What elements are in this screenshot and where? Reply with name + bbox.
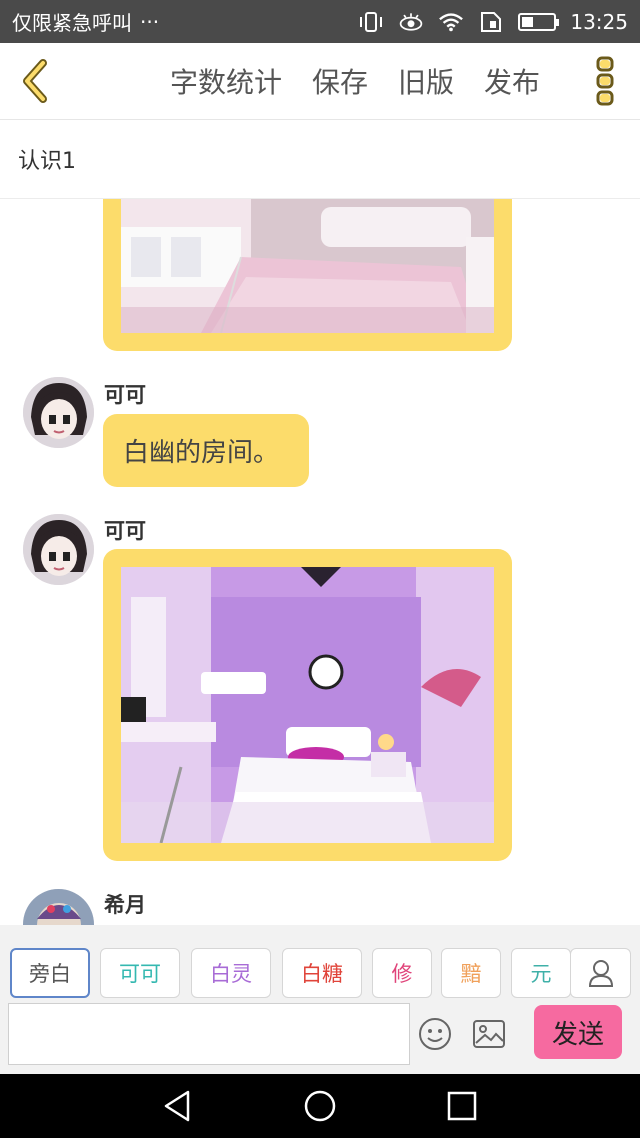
sim-icon [481,11,502,32]
chip-label: 元 [530,962,552,986]
image-message[interactable] [103,549,512,861]
speaker-name: 可可 [104,519,146,543]
home-circle-icon[interactable] [302,1088,338,1124]
composer: 旁白 可可 白灵 白糖 修 黯 元 发送 [0,925,640,1074]
message-text: 白幽的房间。 [123,438,280,468]
character-chip-bailing[interactable]: 白灵 [191,948,271,998]
publish-button[interactable]: 发布 [484,61,540,101]
image-icon[interactable] [472,1019,506,1049]
carrier-text: 仅限紧急呼叫 [12,11,132,35]
speaker-name: 可可 [104,383,146,407]
chevron-left-icon [23,59,47,103]
chapter-title: 认识1 [18,149,76,174]
word-count-button[interactable]: 字数统计 [170,61,282,101]
save-button[interactable]: 保存 [312,61,368,101]
vibrate-icon [360,11,383,32]
editor-toolbar: 字数统计 保存 旧版 发布 [0,43,640,120]
speaker-name: 希月 [104,893,146,917]
old-version-button[interactable]: 旧版 [398,61,454,101]
chip-label: 黯 [460,962,482,986]
pink-bedroom-photo [121,199,494,333]
eye-comfort-icon [400,12,423,31]
chip-label: 修 [391,962,413,986]
chip-label: 可可 [119,962,161,986]
person-icon [588,960,613,987]
back-triangle-icon[interactable] [160,1088,196,1124]
chapter-title-bar[interactable]: 认识1 [0,120,640,199]
add-character-button[interactable] [570,948,631,998]
send-button[interactable]: 发送 [534,1005,622,1059]
avatar[interactable] [23,889,94,925]
text-message-bubble[interactable]: 白幽的房间。 [103,414,309,487]
clock: 13:25 [570,9,628,34]
more-menu-button[interactable] [570,43,640,120]
chip-label: 白糖 [301,962,343,986]
message-input[interactable] [8,1003,410,1065]
status-bar: 仅限紧急呼叫 ··· 13:25 [0,0,640,43]
recents-square-icon[interactable] [444,1088,480,1124]
notification-more: ··· [140,9,160,34]
chip-label: 旁白 [29,962,71,986]
character-selector: 旁白 可可 白灵 白糖 修 黯 元 [10,948,632,998]
more-vertical-icon [596,56,614,106]
avatar[interactable] [23,514,94,585]
character-chip-keke[interactable]: 可可 [100,948,180,998]
system-nav-bar [0,1074,640,1138]
chip-label: 白灵 [210,962,252,986]
smile-icon[interactable] [418,1017,452,1051]
character-chip-baitang[interactable]: 白糖 [282,948,362,998]
purple-bedroom-photo [121,567,494,843]
character-chip-narrator[interactable]: 旁白 [10,948,90,998]
avatar[interactable] [23,377,94,448]
wifi-icon [439,12,464,31]
character-chip-xiu[interactable]: 修 [372,948,432,998]
battery-icon [518,12,560,31]
chat-area[interactable]: 可可 白幽的房间。 可可 希月 [0,199,640,925]
character-chip-an[interactable]: 黯 [441,948,501,998]
character-chip-yuan[interactable]: 元 [511,948,571,998]
back-button[interactable] [0,43,70,120]
image-message[interactable] [103,199,512,351]
